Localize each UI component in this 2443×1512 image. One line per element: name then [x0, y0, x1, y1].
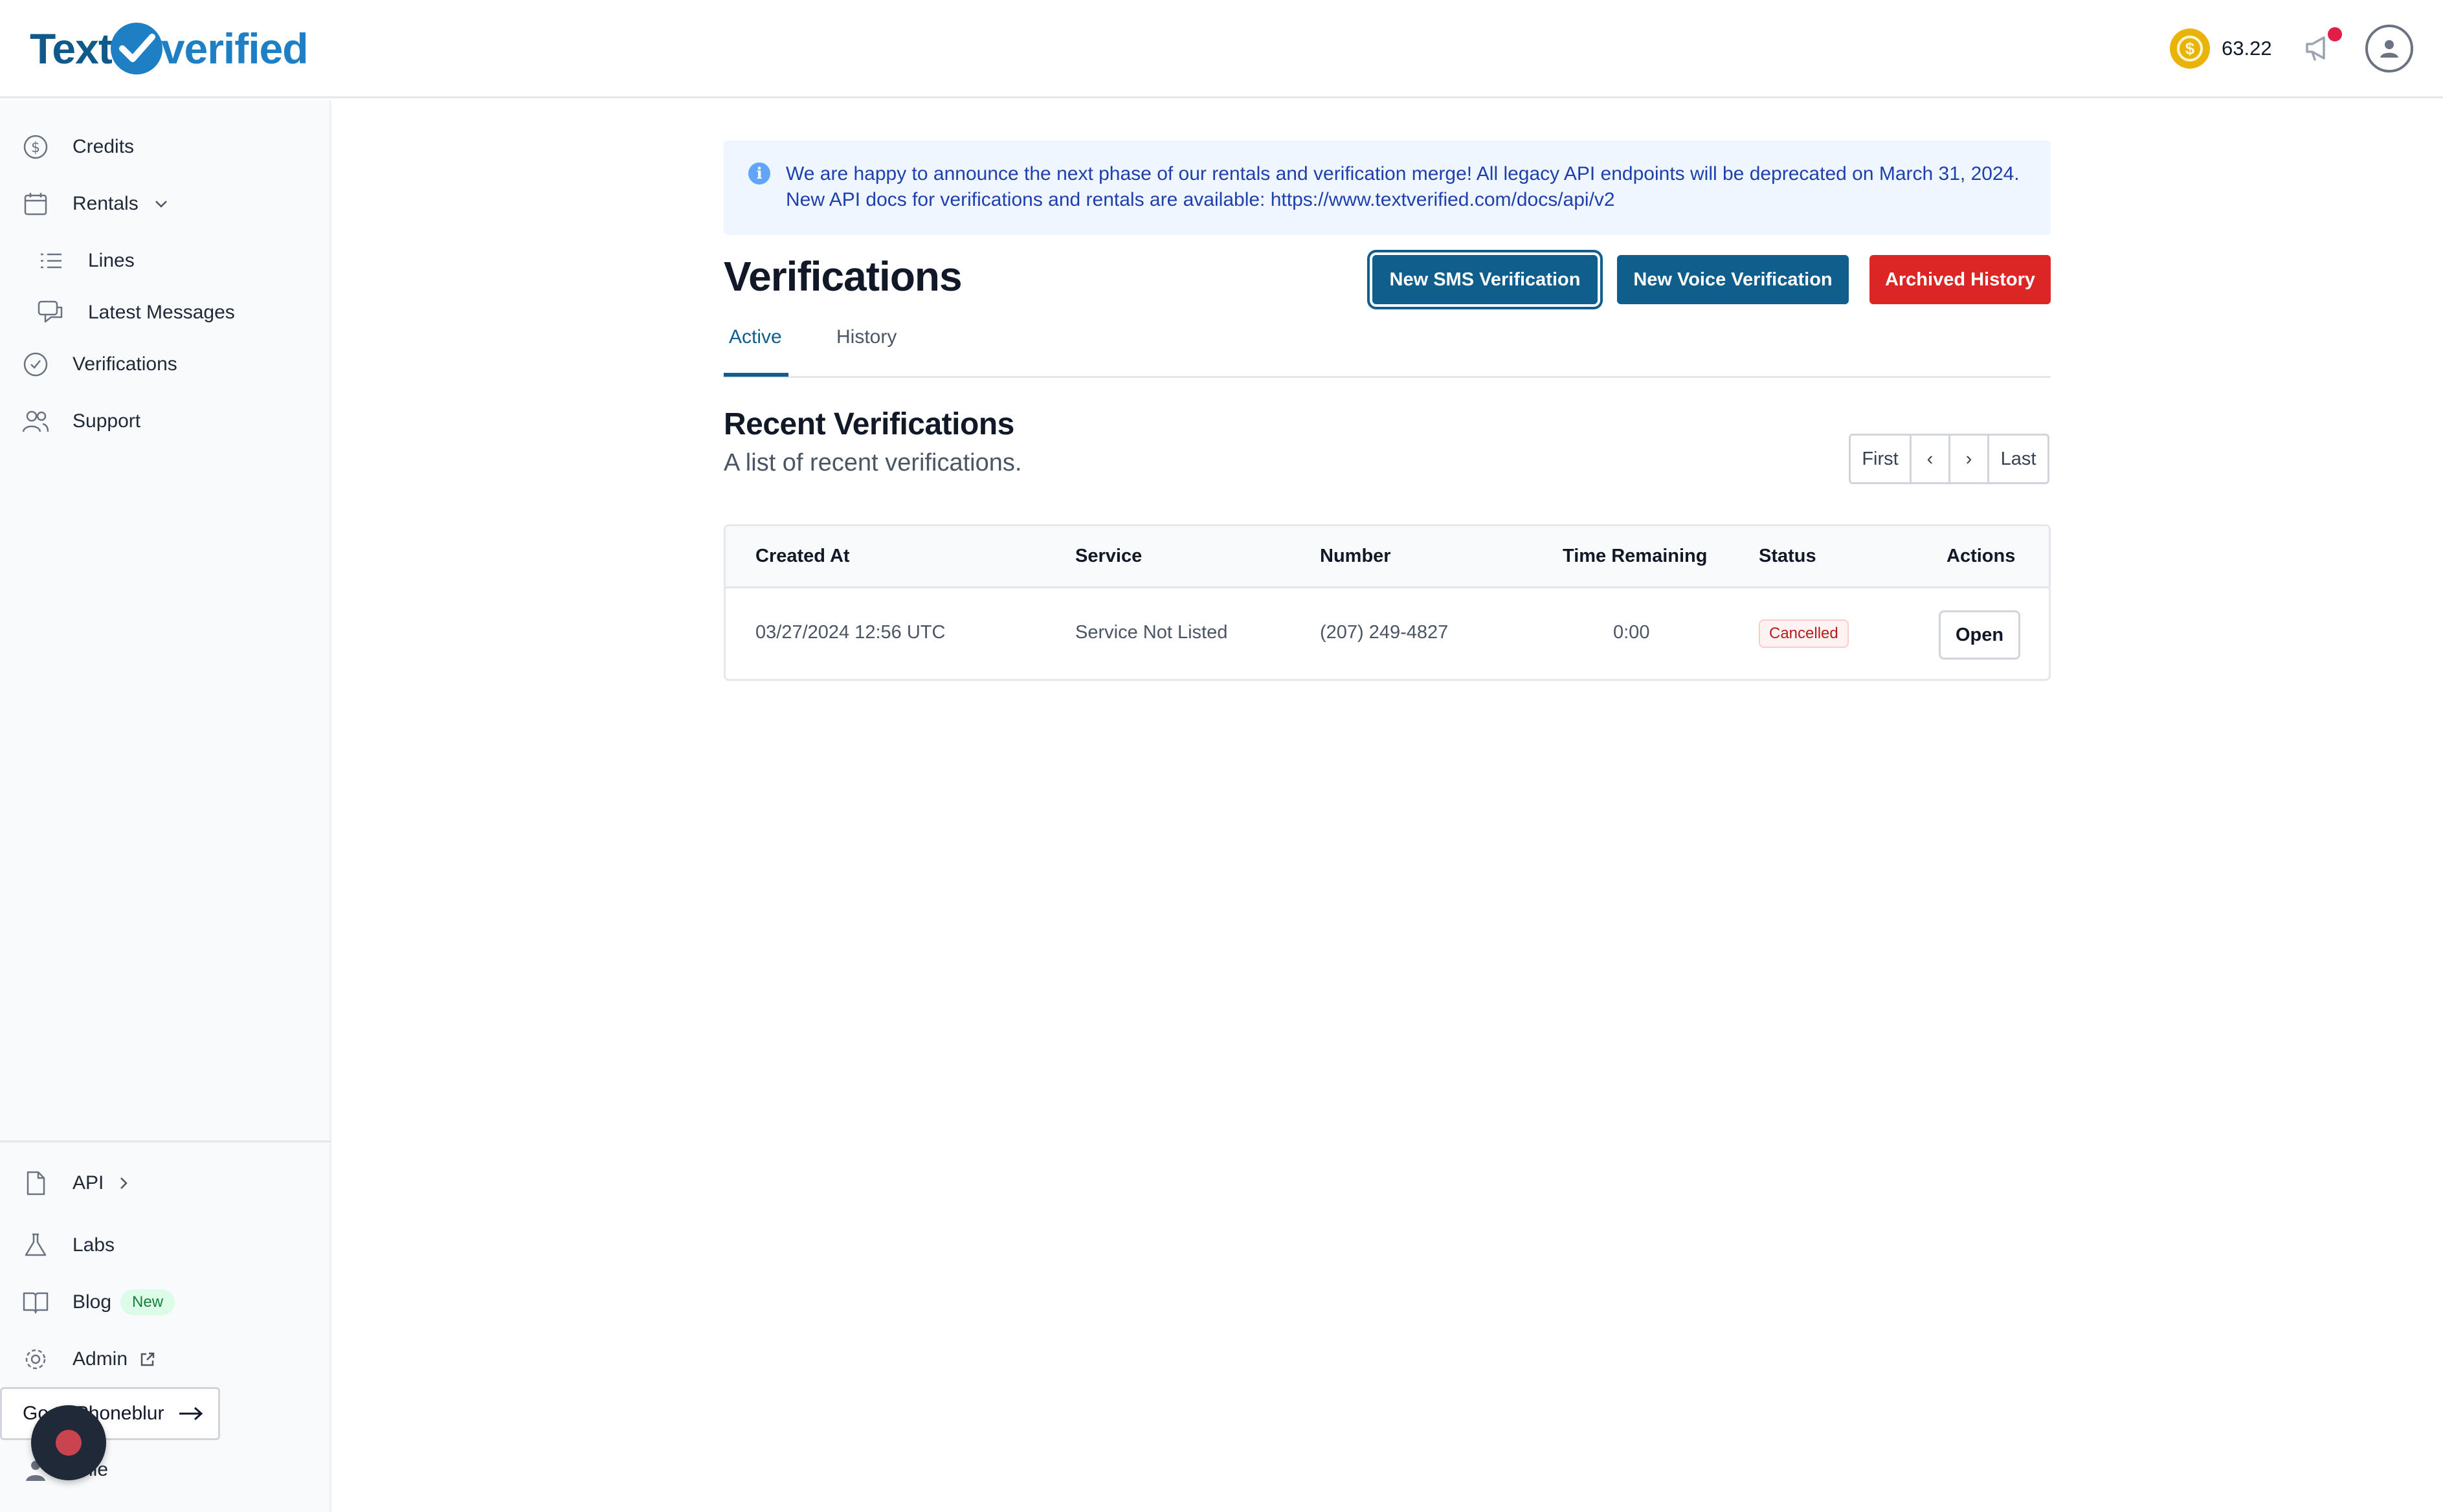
tab-bar: Active History [724, 320, 2051, 378]
top-bar: Text verified $ 63.22 [0, 0, 2443, 98]
status-badge: Cancelled [1759, 619, 1849, 648]
column-header: Actions [1947, 546, 2016, 566]
chevron-right-icon [120, 1177, 128, 1189]
notification-dot [2328, 27, 2342, 41]
sidebar-item-label: Latest Messages [88, 302, 235, 323]
gear-icon [21, 1344, 50, 1374]
tab-active[interactable]: Active [729, 326, 782, 348]
column-header: Created At [755, 546, 850, 566]
pager-last-button[interactable]: Last [1989, 436, 2047, 482]
sidebar-item-label: API [73, 1172, 104, 1194]
sidebar-item-credits[interactable]: $ Credits [21, 126, 134, 168]
section-subtitle: A list of recent verifications. [724, 449, 1022, 476]
textverified-logo[interactable]: Text verified [30, 17, 309, 80]
flask-icon [21, 1230, 50, 1260]
arrow-right-icon [179, 1406, 203, 1421]
column-header: Service [1075, 546, 1143, 566]
announcement-line-1: We are happy to announce the next phase … [786, 163, 2020, 184]
record-dot-icon [56, 1430, 82, 1456]
calendar-icon [21, 189, 50, 219]
sidebar-item-label: Blog [73, 1291, 112, 1313]
logo-text-right: verified [161, 25, 309, 72]
new-sms-verification-button[interactable]: New SMS Verification [1372, 255, 1598, 304]
svg-text:$: $ [31, 140, 40, 156]
info-icon: i [748, 162, 770, 184]
verifications-table: Created At Service Number Time Remaining… [724, 524, 2051, 681]
logo-check-icon [110, 23, 162, 74]
chat-icon [36, 298, 66, 328]
coin-symbol: $ [2177, 36, 2203, 61]
column-header: Time Remaining [1563, 546, 1708, 566]
new-voice-verification-button[interactable]: New Voice Verification [1617, 255, 1849, 304]
pager-first-button[interactable]: First [1851, 436, 1912, 482]
check-circle-icon [21, 350, 50, 379]
pager-prev-button[interactable]: ‹ [1912, 436, 1950, 482]
external-link-icon [140, 1352, 155, 1366]
cell-number: (207) 249-4827 [1320, 622, 1449, 643]
chevron-down-icon [155, 201, 167, 208]
open-button[interactable]: Open [1939, 610, 2020, 660]
user-avatar-button[interactable] [2365, 25, 2413, 72]
sidebar: $ Credits Rentals Lines Latest Messages … [0, 100, 331, 1512]
sidebar-item-label: Support [73, 410, 141, 432]
book-icon [21, 1287, 50, 1317]
sidebar-item-lines[interactable]: Lines [36, 240, 135, 282]
tab-history[interactable]: History [836, 326, 897, 348]
list-icon [36, 246, 66, 276]
sidebar-divider [0, 1140, 331, 1142]
pagination: First ‹ › Last [1849, 434, 2049, 484]
pager-next-button[interactable]: › [1950, 436, 1989, 482]
announcement-banner: i We are happy to announce the next phas… [724, 140, 2051, 235]
table-header: Created At Service Number Time Remaining… [726, 526, 2049, 588]
document-icon [21, 1168, 50, 1198]
sidebar-item-verifications[interactable]: Verifications [21, 344, 177, 385]
sidebar-item-label: Lines [88, 250, 135, 271]
sidebar-item-label: Labs [73, 1234, 115, 1256]
cell-created-at: 03/27/2024 12:56 UTC [755, 622, 946, 643]
announcement-line-2[interactable]: New API docs for verifications and renta… [786, 187, 2025, 213]
sidebar-item-labs[interactable]: Labs [21, 1225, 115, 1266]
logo-text-left: Text [30, 25, 113, 72]
credits-amount: 63.22 [2222, 37, 2272, 60]
record-button[interactable] [31, 1405, 106, 1480]
dollar-circle-icon: $ [21, 132, 50, 162]
coin-icon: $ [2170, 28, 2210, 69]
active-tab-indicator [724, 373, 788, 377]
sidebar-item-admin[interactable]: Admin [21, 1339, 157, 1380]
column-header: Number [1320, 546, 1391, 566]
sidebar-item-label: Credits [73, 136, 135, 157]
sidebar-item-blog[interactable]: Blog New [21, 1282, 175, 1323]
cell-time-remaining: 0:00 [1613, 622, 1650, 643]
user-icon [2380, 40, 2398, 58]
sidebar-item-label: Rentals [73, 193, 139, 214]
users-icon [21, 406, 50, 436]
credits-balance[interactable]: $ 63.22 [2170, 27, 2272, 70]
column-header: Status [1759, 546, 1816, 566]
new-badge: New [120, 1289, 175, 1315]
sidebar-item-latest-messages[interactable]: Latest Messages [36, 292, 235, 333]
sidebar-item-api[interactable]: API [21, 1162, 132, 1204]
cell-service: Service Not Listed [1075, 622, 1228, 643]
section-title: Recent Verifications [724, 407, 1014, 441]
page-title: Verifications [724, 253, 963, 300]
archived-history-button[interactable]: Archived History [1869, 255, 2051, 304]
sidebar-item-support[interactable]: Support [21, 401, 140, 442]
sidebar-item-label: Verifications [73, 353, 177, 375]
sidebar-item-label: Admin [73, 1348, 128, 1370]
sidebar-item-rentals[interactable]: Rentals [21, 183, 171, 225]
